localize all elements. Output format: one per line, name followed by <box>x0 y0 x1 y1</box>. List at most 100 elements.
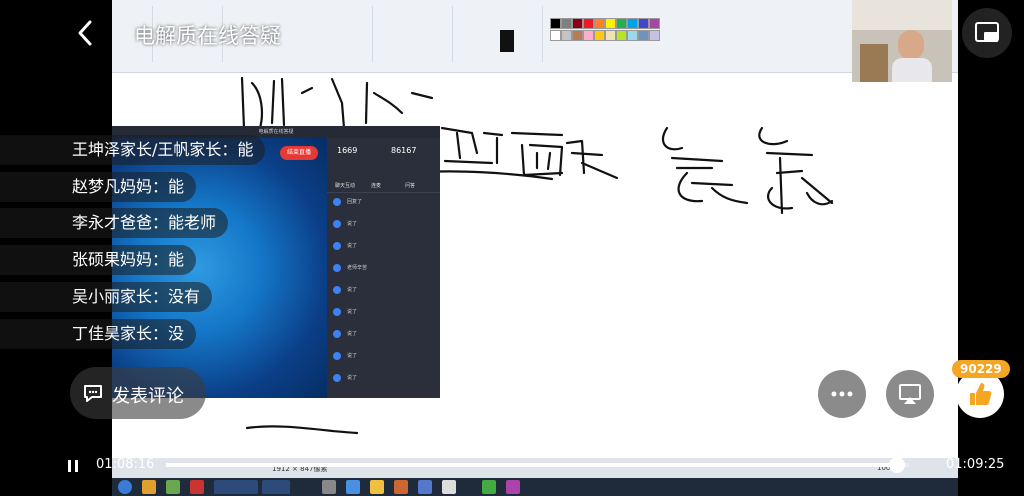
popup-message-text: 说了 <box>347 309 358 315</box>
popup-message-text: 说了 <box>347 353 358 359</box>
taskbar-window[interactable] <box>262 480 290 494</box>
back-arrow-icon[interactable] <box>72 16 102 50</box>
chat-message: 王坤泽家长/王帆家长：能 <box>0 135 266 165</box>
app-icon[interactable] <box>346 480 360 494</box>
palette-swatch[interactable] <box>627 18 638 29</box>
popup-message-text: 说了 <box>347 375 358 381</box>
popup-message: 说了 <box>333 242 437 252</box>
palette-swatch[interactable] <box>583 18 594 29</box>
app-icon[interactable] <box>322 480 336 494</box>
chat-username: 赵梦凡妈妈 <box>72 177 153 196</box>
tab-mic[interactable]: 连麦 <box>371 182 381 189</box>
popup-message-text: 说了 <box>347 221 358 227</box>
cast-icon <box>899 384 921 404</box>
chat-message: 丁佳昊家长：没 <box>0 319 197 349</box>
more-dots-icon <box>831 391 853 397</box>
status-bar: 1912 × 847像素 100% <box>112 458 958 478</box>
chat-text: 没有 <box>168 287 201 306</box>
palette-swatch[interactable] <box>638 18 649 29</box>
app-icon[interactable] <box>190 480 204 494</box>
app-icon[interactable] <box>418 480 432 494</box>
comment-icon <box>84 385 102 402</box>
avatar <box>333 308 341 316</box>
comment-button[interactable]: 发表评论 <box>70 367 206 419</box>
tab-qa[interactable]: 问答 <box>405 182 415 189</box>
like-count: 90229 <box>952 360 1010 378</box>
progress-fill <box>166 463 897 467</box>
shapes-group <box>372 6 453 62</box>
palette-swatch[interactable] <box>550 30 561 41</box>
palette-swatch[interactable] <box>649 30 660 41</box>
stat-value: 1669 <box>337 146 358 155</box>
palette-swatch[interactable] <box>550 18 561 29</box>
popup-message: 说了 <box>333 352 437 362</box>
pause-icon[interactable] <box>66 458 80 474</box>
taskbar-window[interactable] <box>214 480 258 494</box>
app-icon[interactable] <box>506 480 520 494</box>
chat-separator: ： <box>221 140 238 159</box>
chat-username: 丁佳昊家长 <box>72 324 153 343</box>
palette-swatch[interactable] <box>572 18 583 29</box>
popup-message: 说了 <box>333 374 437 384</box>
progress-handle[interactable] <box>888 457 905 473</box>
palette-swatch[interactable] <box>605 30 616 41</box>
picture-in-picture-button[interactable] <box>962 8 1012 58</box>
popup-message-text: 说了 <box>347 243 358 249</box>
palette-swatch[interactable] <box>583 30 594 41</box>
size-color-group <box>452 6 543 62</box>
avatar <box>333 374 341 382</box>
popup-message: 说了 <box>333 286 437 296</box>
chat-separator: ： <box>152 177 169 196</box>
palette-swatch[interactable] <box>605 18 616 29</box>
popup-message-text: 回复了 <box>347 199 363 205</box>
chat-message: 张硕果妈妈：能 <box>0 245 197 275</box>
taskbar <box>112 478 958 496</box>
popup-message: 回复了 <box>333 198 437 208</box>
chat-text: 没 <box>168 324 185 343</box>
chat-separator: ： <box>152 250 169 269</box>
palette-swatch[interactable] <box>616 18 627 29</box>
avatar <box>333 352 341 360</box>
palette-swatch[interactable] <box>561 30 572 41</box>
palette-swatch[interactable] <box>627 30 638 41</box>
palette-swatch[interactable] <box>594 30 605 41</box>
end-live-button[interactable]: 结束直播 <box>280 146 318 160</box>
teacher-webcam <box>852 0 952 82</box>
avatar <box>333 264 341 272</box>
app-icon[interactable] <box>166 480 180 494</box>
popup-message-text: 说了 <box>347 287 358 293</box>
popup-message: 说了 <box>333 330 437 340</box>
cast-button[interactable] <box>886 370 934 418</box>
chat-username: 吴小丽家长 <box>72 287 153 306</box>
explorer-icon[interactable] <box>142 480 156 494</box>
palette-swatch[interactable] <box>561 18 572 29</box>
color1-swatch[interactable] <box>500 30 514 52</box>
app-icon[interactable] <box>394 480 408 494</box>
current-time: 01:08:16 <box>96 457 155 472</box>
chat-text: 能 <box>168 250 185 269</box>
avatar <box>333 286 341 294</box>
app-icon[interactable] <box>482 480 496 494</box>
palette-swatch[interactable] <box>594 18 605 29</box>
progress-bar[interactable] <box>166 463 909 467</box>
palette-swatch[interactable] <box>638 30 649 41</box>
palette <box>542 6 660 62</box>
app-icon[interactable] <box>442 480 456 494</box>
more-button[interactable] <box>818 370 866 418</box>
chat-separator: ： <box>152 213 169 232</box>
start-icon[interactable] <box>118 480 132 494</box>
avatar <box>333 330 341 338</box>
chat-text: 能老师 <box>168 213 217 232</box>
chat-username: 张硕果妈妈 <box>72 250 153 269</box>
palette-swatch[interactable] <box>616 30 627 41</box>
popup-message: 说了 <box>333 220 437 230</box>
palette-swatch[interactable] <box>572 30 583 41</box>
chat-username: 王坤泽家长/王帆家长 <box>72 140 222 159</box>
chat-panel: 1669 86167 聊天互动 连麦 问答 回复了 说了 说了 老师辛苦 说了 说了 说了说… <box>327 138 440 398</box>
app-icon[interactable] <box>370 480 384 494</box>
chat-message: 李永才爸爸：能老师 <box>0 208 229 238</box>
palette-swatch[interactable] <box>649 18 660 29</box>
popup-message: 老师辛苦 <box>333 264 437 274</box>
chat-username: 李永才爸爸 <box>72 213 153 232</box>
tab-chat[interactable]: 聊天互动 <box>335 182 355 189</box>
